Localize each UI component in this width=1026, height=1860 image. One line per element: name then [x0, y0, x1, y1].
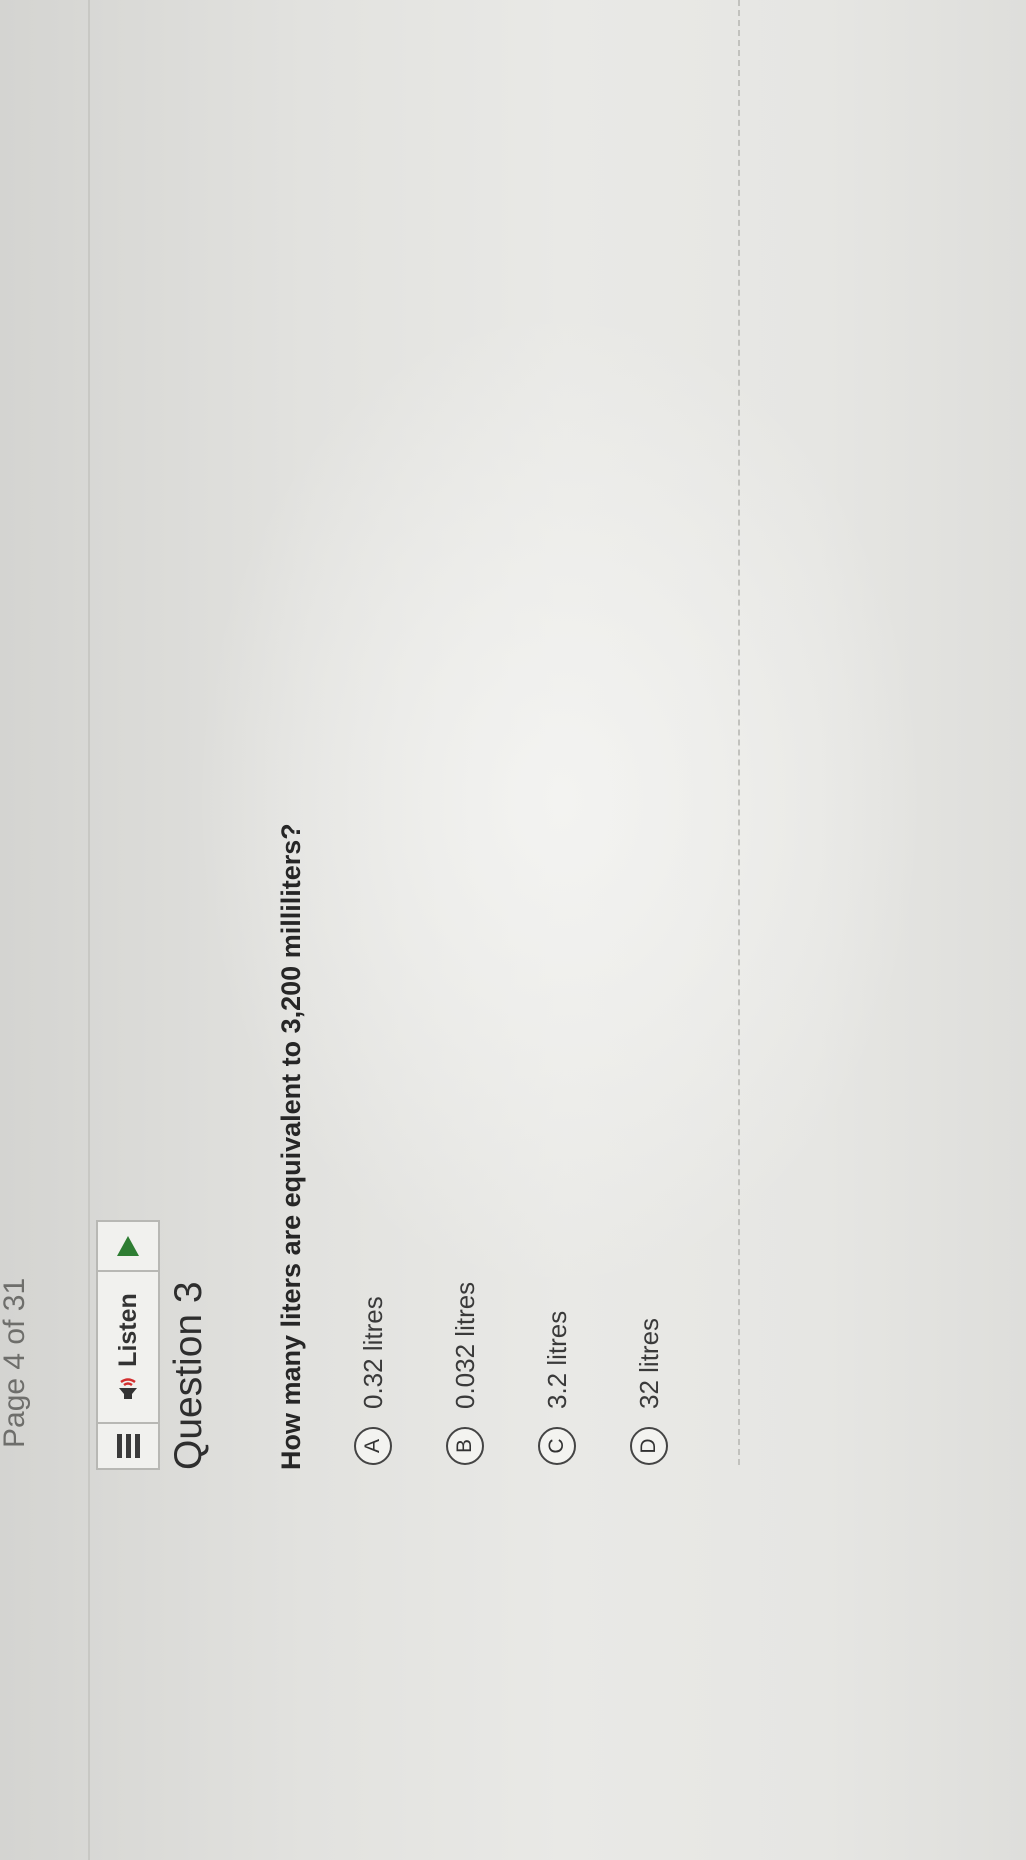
choice-letter-b[interactable]: B [446, 1427, 484, 1465]
play-icon [117, 1236, 139, 1256]
choice-b[interactable]: B 0.032 litres [440, 1282, 490, 1465]
choice-letter-a[interactable]: A [354, 1427, 392, 1465]
header-divider [88, 0, 90, 1860]
choice-c[interactable]: C 3.2 litres [532, 1282, 582, 1465]
speaker-icon [117, 1375, 139, 1401]
play-button[interactable] [98, 1222, 158, 1270]
page-indicator: Page 4 of 31 [0, 1277, 31, 1448]
choice-d[interactable]: D 32 litres [624, 1282, 674, 1465]
choice-label-b: 0.032 litres [449, 1281, 480, 1409]
screen-background: Page 4 of 31 Listen Question 3 How many … [0, 0, 1026, 1860]
choice-a[interactable]: A 0.32 litres [348, 1282, 398, 1465]
question-page: Page 4 of 31 Listen Question 3 How many … [0, 0, 1026, 1860]
choice-letter-c[interactable]: C [538, 1427, 576, 1465]
answer-choices: A 0.32 litres B 0.032 litres C 3.2 litre… [348, 1282, 716, 1465]
audio-toolbar: Listen [96, 1220, 160, 1470]
choice-label-d: 32 litres [633, 1317, 664, 1409]
choice-label-c: 3.2 litres [541, 1310, 572, 1409]
choice-label-a: 0.32 litres [357, 1296, 388, 1409]
menu-button[interactable] [98, 1422, 158, 1468]
footer-divider [738, 0, 740, 1465]
menu-bars-icon [116, 1434, 140, 1458]
question-text: How many liters are equivalent to 3,200 … [276, 823, 306, 1470]
choice-letter-d[interactable]: D [630, 1427, 668, 1465]
listen-button[interactable]: Listen [98, 1270, 158, 1422]
listen-label: Listen [113, 1293, 142, 1367]
question-title: Question 3 [167, 1281, 210, 1470]
